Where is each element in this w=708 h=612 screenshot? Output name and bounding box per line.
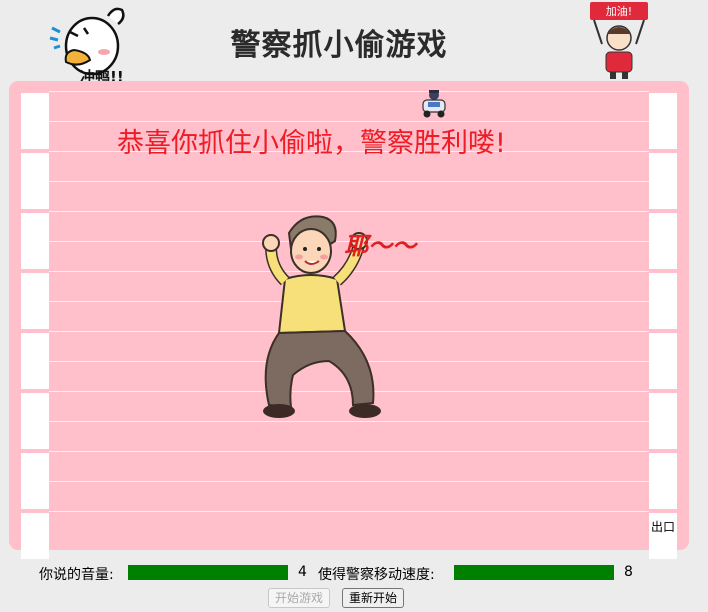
start-game-button[interactable]: 开始游戏 bbox=[268, 588, 331, 608]
wall-segment bbox=[21, 393, 49, 449]
wall-segment bbox=[21, 453, 49, 509]
volume-bar bbox=[128, 565, 288, 580]
wall-segment bbox=[21, 333, 49, 389]
wall-segment bbox=[21, 93, 49, 149]
speed-value: 8 bbox=[624, 564, 633, 580]
win-message: 恭喜你抓住小偷啦，警察胜利喽! bbox=[117, 128, 506, 159]
lane-line bbox=[49, 511, 649, 512]
lane-line bbox=[49, 181, 649, 182]
wall-segment bbox=[649, 273, 677, 329]
control-panel: 你说的音量: 4 使得警察移动速度: 8 bbox=[0, 560, 708, 584]
wall-segment bbox=[649, 333, 677, 389]
wall-segment bbox=[649, 213, 677, 269]
page-title: 警察抓小偷游戏 bbox=[230, 28, 448, 63]
button-row: 开始游戏 重新开始 bbox=[0, 588, 708, 610]
volume-value: 4 bbox=[298, 564, 307, 580]
volume-label: 你说的音量: bbox=[39, 567, 114, 583]
wall-segment bbox=[649, 153, 677, 209]
header: 冲鸭!! 警察抓小偷游戏 加油! bbox=[0, 0, 708, 86]
wall-segment bbox=[21, 513, 49, 559]
cheer-text: 耶～～ bbox=[344, 232, 416, 260]
lane-line bbox=[49, 481, 649, 482]
lane-line bbox=[49, 451, 649, 452]
restart-button[interactable]: 重新开始 bbox=[342, 588, 405, 608]
lane-line bbox=[49, 91, 649, 92]
wall-segment bbox=[649, 93, 677, 149]
speed-bar bbox=[454, 565, 614, 580]
game-board: 出口 恭喜你抓住小偷啦，警察胜利喽! 耶～～ bbox=[9, 81, 689, 559]
speed-label: 使得警察移动速度: bbox=[318, 567, 435, 583]
right-wall bbox=[649, 91, 677, 559]
wall-segment bbox=[21, 153, 49, 209]
wall-segment bbox=[21, 213, 49, 269]
wall-segment bbox=[649, 453, 677, 509]
banner-text: 加油! bbox=[606, 4, 632, 18]
police-car-icon bbox=[422, 90, 446, 118]
wall-segment bbox=[649, 393, 677, 449]
exit-label: 出口 bbox=[651, 520, 676, 534]
wall-segment bbox=[21, 273, 49, 329]
left-wall bbox=[21, 91, 49, 559]
cheering-fan-icon: 加油! bbox=[590, 2, 648, 79]
